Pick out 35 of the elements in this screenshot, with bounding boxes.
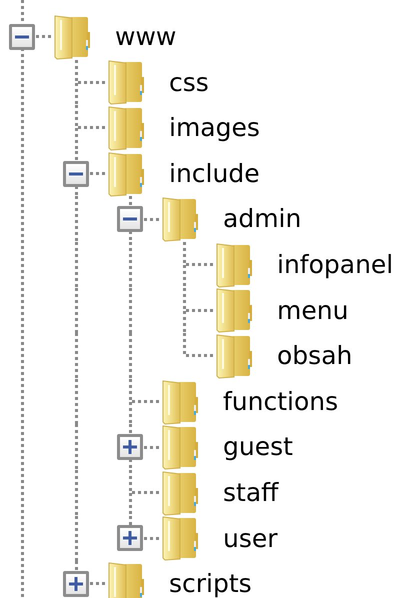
folder-icon (162, 515, 198, 562)
folder-icon (162, 378, 198, 425)
tree-item[interactable]: menu (277, 296, 348, 324)
expander-button[interactable] (63, 570, 89, 597)
folder-icon (108, 104, 144, 151)
tree-item[interactable]: include (169, 160, 260, 188)
folder-icon (54, 14, 90, 60)
tree-item[interactable]: css (169, 68, 209, 96)
folder-icon (216, 332, 252, 379)
tree-item[interactable]: scripts (169, 570, 252, 598)
folder-icon (162, 424, 198, 470)
plus-icon (123, 531, 137, 546)
folder-icon (162, 470, 198, 516)
expander-button[interactable] (63, 160, 89, 187)
expander-button[interactable] (117, 206, 143, 232)
folder-icon (108, 150, 144, 197)
expander-button[interactable] (117, 434, 143, 460)
tree-item[interactable]: infopanel (277, 251, 394, 279)
plus-icon (123, 440, 137, 454)
tree-item[interactable]: guest (223, 433, 293, 461)
folder-icon (216, 242, 252, 288)
tree-item[interactable]: www (115, 23, 176, 51)
tree-item[interactable]: staff (223, 478, 278, 506)
folder-icon (108, 560, 144, 598)
folder-icon (216, 287, 252, 334)
expander-button[interactable] (117, 525, 143, 552)
expander-button[interactable] (9, 24, 35, 50)
tree-item[interactable]: obsah (277, 342, 352, 370)
tree-item[interactable]: user (223, 524, 278, 552)
folder-icon (162, 196, 198, 242)
tree-item[interactable]: admin (223, 205, 302, 233)
tree-item[interactable]: functions (223, 388, 338, 416)
plus-icon (69, 576, 83, 591)
tree-item[interactable]: images (169, 114, 260, 142)
folder-icon (108, 59, 144, 106)
